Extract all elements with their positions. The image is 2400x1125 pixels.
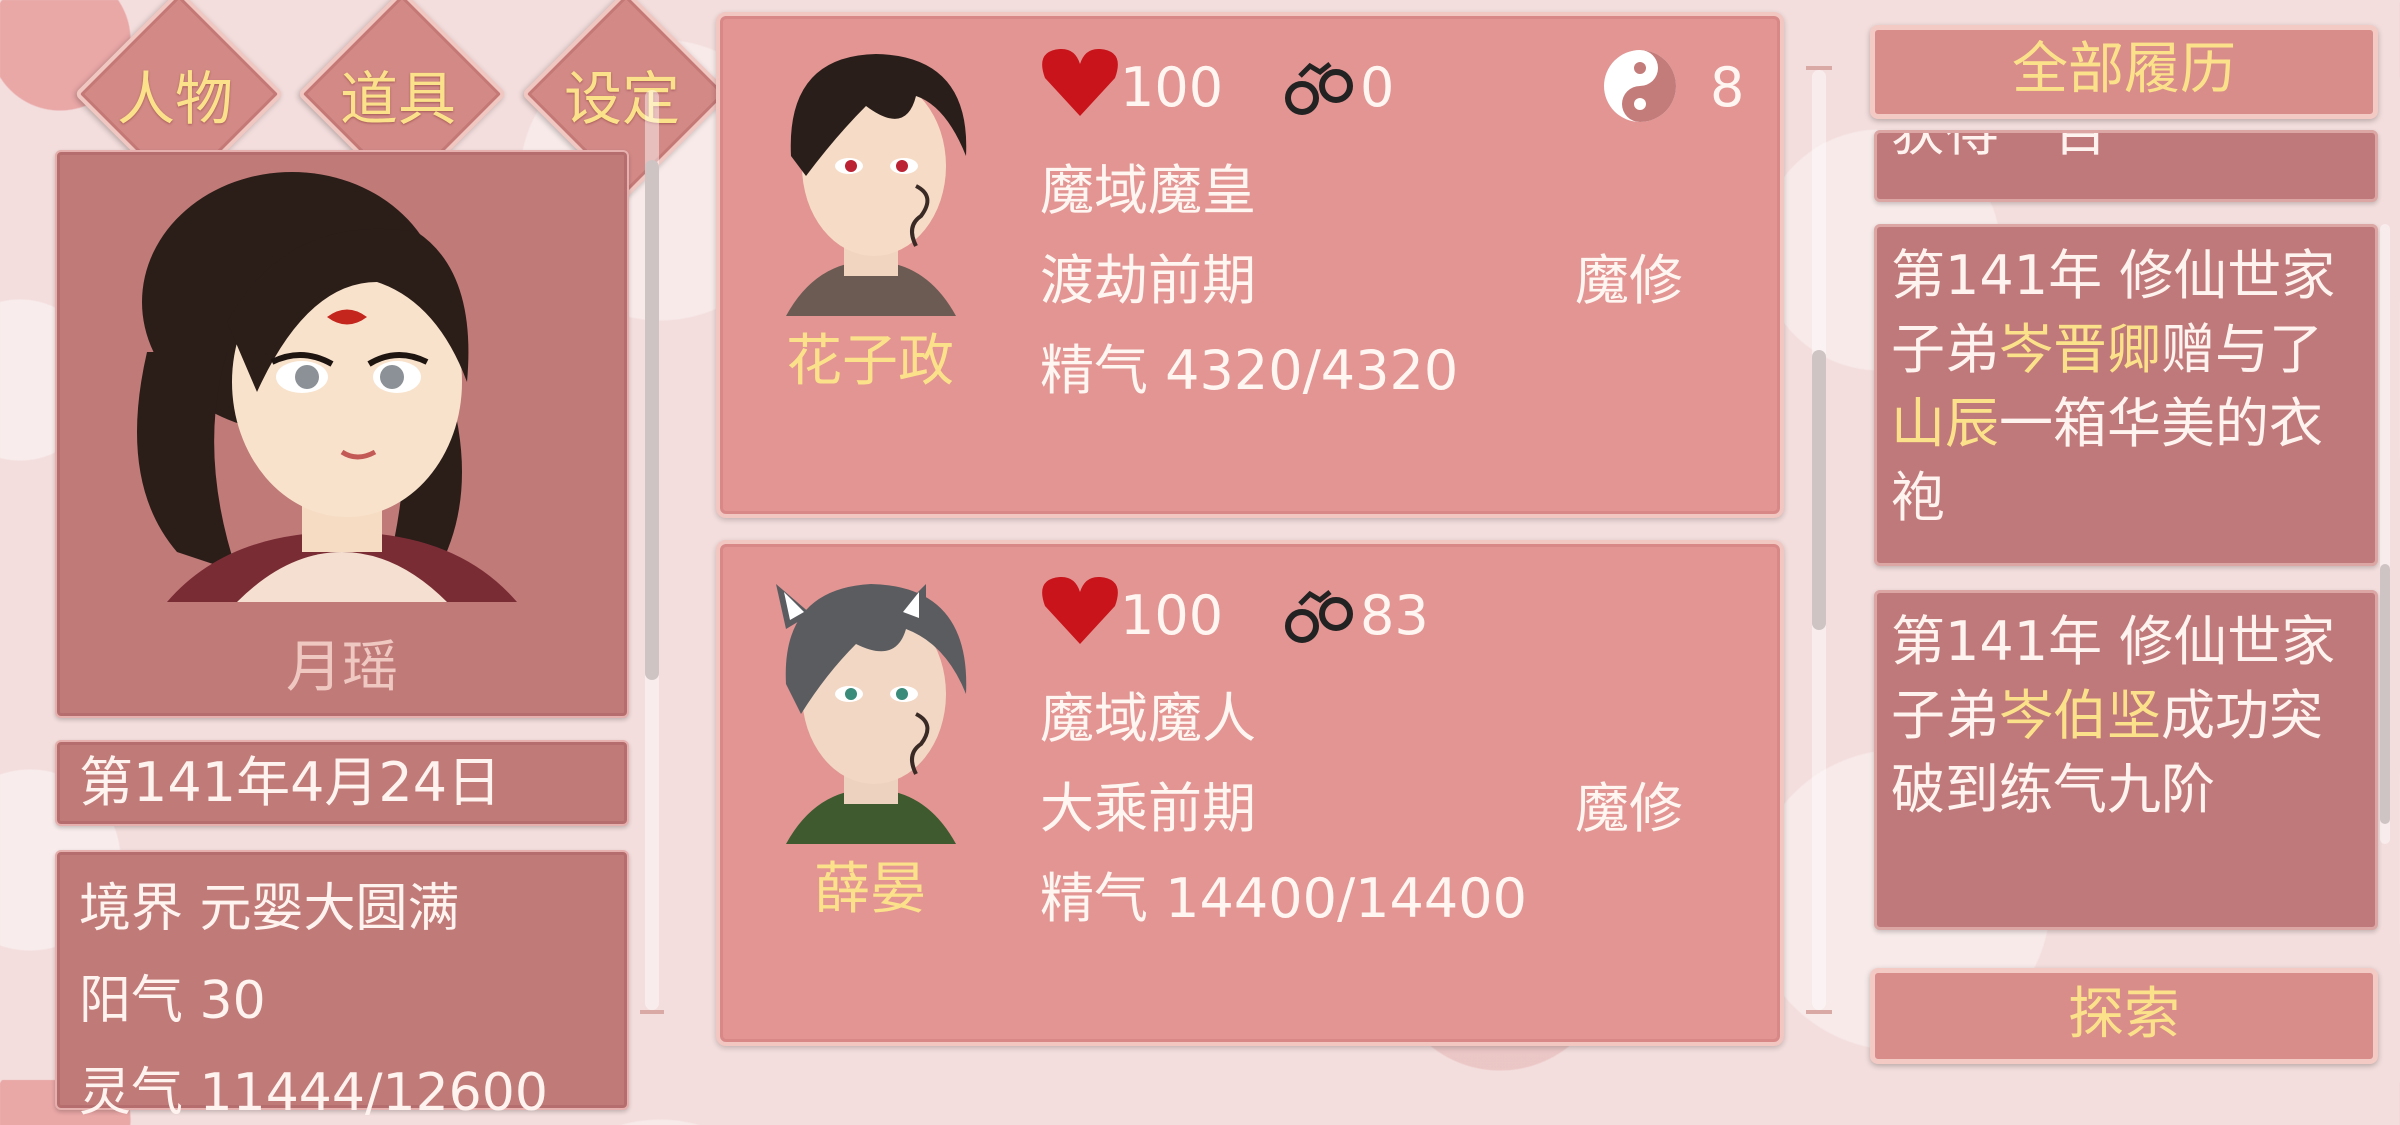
scrollbar-thumb[interactable] xyxy=(1812,350,1826,630)
all-history-button[interactable]: 全部履历 xyxy=(1870,25,2378,119)
character-list-scrollbar[interactable] xyxy=(645,90,659,1010)
character-realm: 渡劫前期 xyxy=(1040,249,1256,312)
character-name: 花子政 xyxy=(786,329,954,394)
stat-label: 阳气 xyxy=(79,971,184,1031)
history-entry-text: 第141年 修仙世家子弟岑晋卿赠与了山辰一箱华美的衣袍 xyxy=(1891,244,2336,529)
character-name: 薛晏 xyxy=(814,857,926,922)
affection-value: 100 xyxy=(1120,584,1224,647)
stat-row-spirit: 灵气 11444/12600 xyxy=(79,1050,548,1125)
stat-row-realm: 境界 元婴大圆满 xyxy=(79,866,460,941)
history-name: 岑伯坚 xyxy=(1999,684,2161,747)
rail-end-cap xyxy=(640,1010,664,1014)
history-scrollbar-left[interactable] xyxy=(1812,70,1826,1010)
tab-characters-label[interactable]: 人物 xyxy=(75,52,275,136)
current-date: 第141年4月24日 xyxy=(79,751,502,814)
history-name: 岑晋卿 xyxy=(1999,318,2161,381)
character-essence: 精气 14400/14400 xyxy=(1040,867,1527,930)
character-title: 魔域魔人 xyxy=(1040,687,1256,750)
history-scrollbar-right[interactable] xyxy=(2380,224,2390,844)
history-entry-clipped: 获得一百 xyxy=(1874,130,2378,202)
tab-settings-label[interactable]: 设定 xyxy=(522,52,722,136)
character-school: 魔修 xyxy=(1575,777,1683,840)
character-portrait xyxy=(786,54,967,316)
character-title: 魔域魔皇 xyxy=(1040,159,1256,222)
yinyang-icon xyxy=(1600,46,1680,126)
history-entry: 第141年 修仙世家子弟岑晋卿赠与了山辰一箱华美的衣袍 xyxy=(1874,224,2378,566)
player-stats-panel: 境界 元婴大圆满 阳气 30 灵气 11444/12600 xyxy=(55,850,629,1123)
stat-label: 灵气 xyxy=(79,1063,184,1123)
history-entry-text: 第141年 修仙世家子弟岑伯坚成功突破到练气九阶 xyxy=(1891,610,2336,821)
stat-label: 境界 xyxy=(79,879,184,939)
yinyang-value: 8 xyxy=(1710,56,1745,119)
history-name: 山辰 xyxy=(1891,392,1999,455)
heart-icon xyxy=(1040,574,1120,646)
restraint-value: 83 xyxy=(1360,584,1429,647)
tab-items-label[interactable]: 道具 xyxy=(298,52,498,136)
character-school: 魔修 xyxy=(1575,249,1683,312)
rail-end-cap xyxy=(1806,66,1832,70)
stat-row-yang: 阳气 30 xyxy=(79,958,266,1033)
stat-value: 11444/12600 xyxy=(199,1063,548,1123)
history-entry-text: 获得一百 xyxy=(1891,130,2107,163)
restraint-value: 0 xyxy=(1360,56,1395,119)
scrollbar-thumb[interactable] xyxy=(645,160,659,680)
scrollbar-thumb[interactable] xyxy=(2380,564,2390,824)
rail-end-cap xyxy=(1806,1010,1832,1014)
character-realm: 大乘前期 xyxy=(1040,777,1256,840)
stat-value: 元婴大圆满 xyxy=(199,879,460,939)
handcuffs-icon xyxy=(1280,574,1360,654)
player-portrait xyxy=(137,172,517,602)
heart-icon xyxy=(1040,46,1120,118)
date-panel: 第141年4月24日 xyxy=(55,740,629,826)
affection-value: 100 xyxy=(1120,56,1224,119)
stat-value: 30 xyxy=(199,971,266,1031)
explore-button[interactable]: 探索 xyxy=(1870,968,2378,1064)
player-name: 月瑶 xyxy=(286,635,398,700)
character-portrait xyxy=(776,584,967,844)
character-card[interactable]: 薛晏 100 83 魔域魔人 大乘前期 魔修 精气 14400/14400 xyxy=(716,540,1784,1046)
character-card[interactable]: 花子政 100 0 8 魔域魔皇 渡劫前期 魔修 精气 4320/4320 xyxy=(716,12,1784,518)
character-essence: 精气 4320/4320 xyxy=(1040,339,1459,402)
history-entry: 第141年 修仙世家子弟岑伯坚成功突破到练气九阶 xyxy=(1874,590,2378,930)
player-portrait-panel[interactable]: 月瑶 xyxy=(55,150,629,718)
handcuffs-icon xyxy=(1280,46,1360,126)
